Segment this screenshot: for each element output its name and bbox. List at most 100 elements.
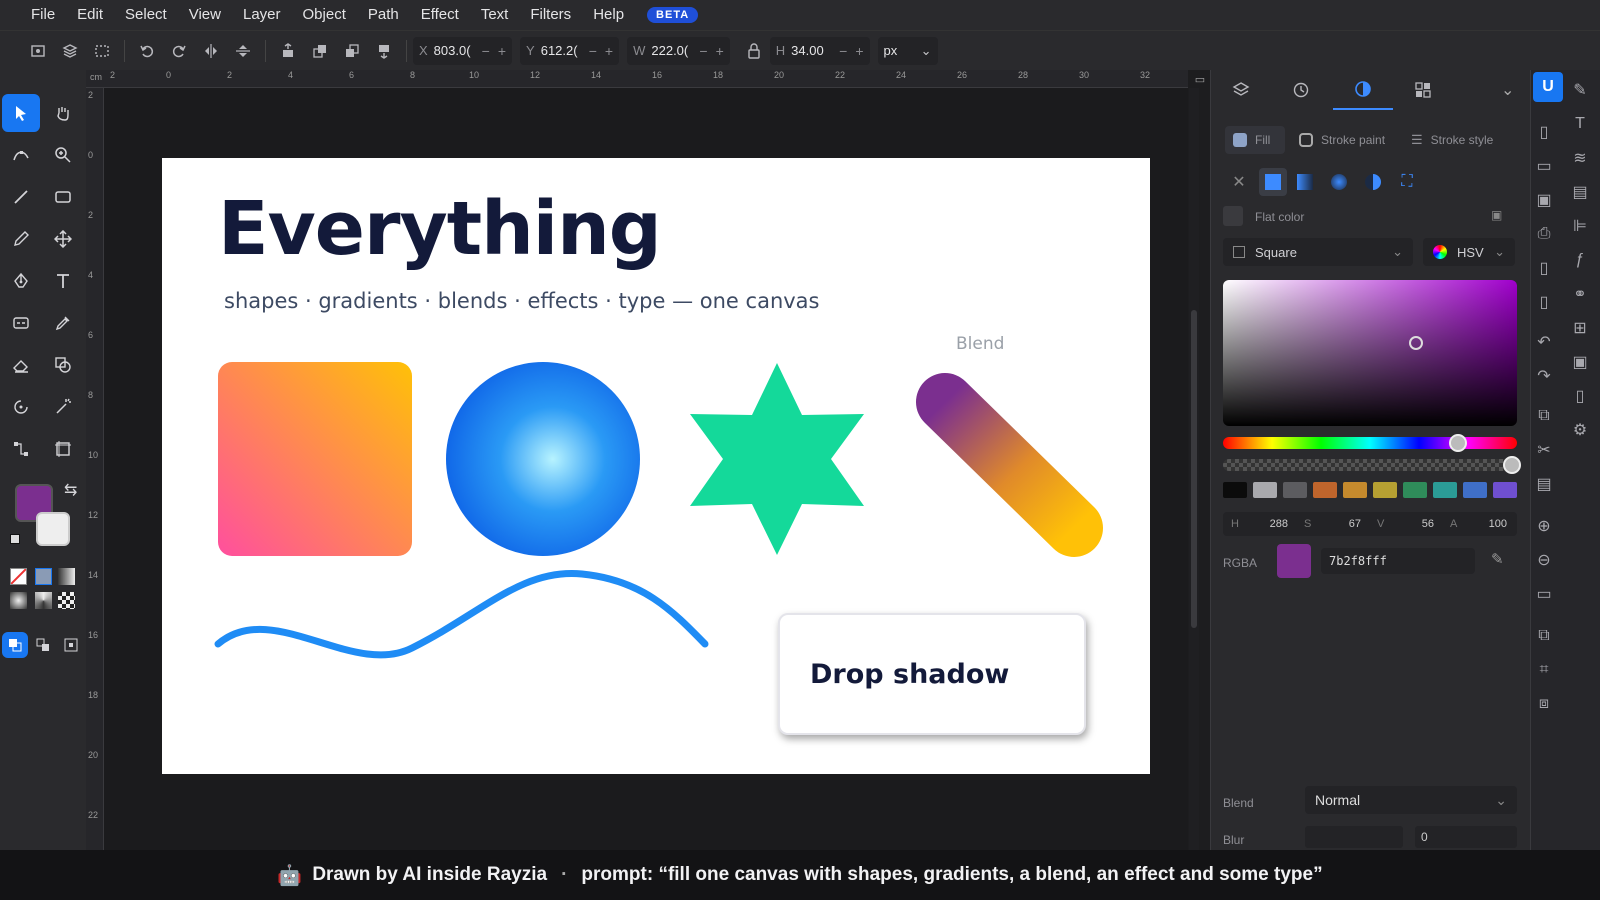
snap-toggle-icon[interactable]	[2, 632, 28, 658]
hand-tool[interactable]	[44, 94, 82, 132]
menu-view[interactable]: View	[178, 0, 232, 30]
x-value[interactable]: 803.0(	[434, 43, 474, 58]
text-font-icon[interactable]: T	[1570, 114, 1590, 134]
vertical-scrollbar[interactable]	[1189, 88, 1199, 850]
lower-to-bottom-icon[interactable]	[368, 36, 400, 66]
tab-layers[interactable]	[1211, 70, 1271, 110]
conical-gradient-button[interactable]	[1359, 168, 1387, 196]
move-tool[interactable]	[44, 220, 82, 258]
swatch-violet[interactable]	[1493, 482, 1517, 498]
dropper-tool[interactable]	[44, 304, 82, 342]
stroke-color-swatch[interactable]	[36, 512, 70, 546]
pattern-icon[interactable]	[58, 592, 75, 609]
menu-select[interactable]: Select	[114, 0, 178, 30]
swatch-dark-gray[interactable]	[1283, 482, 1307, 498]
lock-ratio-icon[interactable]	[738, 36, 770, 66]
text-tool[interactable]	[44, 262, 82, 300]
blend-capsule[interactable]	[916, 373, 1103, 557]
unit-select[interactable]: px ⌄	[877, 36, 938, 65]
new-document-icon[interactable]: ▯	[1534, 122, 1554, 142]
zoom-out-icon[interactable]: ⊖	[1534, 550, 1554, 570]
selector-tool[interactable]	[2, 94, 40, 132]
menu-effect[interactable]: Effect	[410, 0, 470, 30]
horizontal-ruler[interactable]: cm 2 0 2 4 6 8 10 12 14 16 18 20 22 24 2…	[86, 70, 1188, 88]
eraser-tool[interactable]	[2, 346, 40, 384]
connector-tool[interactable]	[2, 430, 40, 468]
radial-gradient-button[interactable]	[1325, 168, 1353, 196]
snap-bbox-icon[interactable]	[58, 632, 84, 658]
redo-icon[interactable]: ↷	[1534, 366, 1554, 386]
unlink-clone-icon[interactable]: ⧈	[1534, 694, 1554, 714]
rgba-input[interactable]: 7b2f8fff	[1321, 548, 1475, 574]
tab-fill[interactable]: Fill	[1225, 126, 1285, 154]
node-tool[interactable]	[2, 136, 40, 174]
save-swatch-icon[interactable]: ▣	[1491, 208, 1502, 222]
artboard[interactable]: Everything shapes · gradients · blends ·…	[162, 158, 1150, 774]
swatch-orange[interactable]	[1343, 482, 1367, 498]
menu-file[interactable]: File	[20, 0, 66, 30]
flip-vertical-icon[interactable]	[227, 36, 259, 66]
export-icon[interactable]: ▯	[1534, 292, 1554, 312]
h-value[interactable]: 34.00	[791, 43, 831, 58]
color-picker-handle[interactable]	[1409, 336, 1423, 350]
swatch-blue[interactable]	[1463, 482, 1487, 498]
snap-nodes-icon[interactable]	[30, 632, 56, 658]
swatch-rust[interactable]	[1313, 482, 1337, 498]
swap-colors-icon[interactable]: ⇆	[64, 480, 77, 500]
rectangle-tool[interactable]	[44, 178, 82, 216]
menu-layer[interactable]: Layer	[232, 0, 292, 30]
vertical-ruler[interactable]: 2 0 2 4 6 8 10 12 14 16 18 20 22	[86, 88, 104, 850]
v-input[interactable]: V 56	[1369, 518, 1442, 530]
import-icon[interactable]: ▯	[1534, 258, 1554, 278]
drop-shadow-card[interactable]: Drop shadow	[778, 613, 1086, 735]
tab-symbols[interactable]	[1393, 70, 1453, 110]
mesh-button[interactable]: ⛶	[1393, 168, 1421, 196]
h-decrement-button[interactable]: −	[839, 43, 847, 59]
pen-tool[interactable]	[2, 262, 40, 300]
menu-help[interactable]: Help	[582, 0, 635, 30]
link-icon[interactable]: ⚭	[1570, 284, 1590, 304]
y-value[interactable]: 612.2(	[541, 43, 581, 58]
open-folder-icon[interactable]: ▭	[1534, 156, 1554, 176]
edit-icon[interactable]: ✎	[1570, 80, 1590, 100]
menu-object[interactable]: Object	[292, 0, 357, 30]
radial-gradient-circle[interactable]	[446, 362, 640, 556]
eyedropper-icon[interactable]: ✎	[1491, 550, 1504, 568]
x-position-field[interactable]: X 803.0( − +	[413, 36, 513, 65]
flat-color-icon[interactable]	[35, 568, 52, 585]
alpha-slider-thumb[interactable]	[1503, 456, 1521, 474]
hue-slider[interactable]	[1223, 434, 1517, 452]
color-model-select[interactable]: HSV ⌄	[1423, 238, 1515, 266]
copy-icon[interactable]: ⧉	[1534, 406, 1554, 426]
swatch-olive[interactable]	[1373, 482, 1397, 498]
deselect-icon[interactable]	[86, 36, 118, 66]
function-icon[interactable]: ƒ	[1570, 250, 1590, 270]
picker-shape-select[interactable]: Square ⌄	[1223, 238, 1413, 266]
swatch-teal[interactable]	[1433, 482, 1457, 498]
layers-stack-icon[interactable]	[54, 36, 86, 66]
monitor-icon[interactable]: ▭	[1190, 70, 1210, 88]
saturation-value-field[interactable]	[1223, 280, 1517, 426]
swatch-light-gray[interactable]	[1253, 482, 1277, 498]
a-input[interactable]: A 100	[1442, 518, 1515, 530]
flip-horizontal-icon[interactable]	[195, 36, 227, 66]
tab-stroke-paint[interactable]: Stroke paint	[1299, 126, 1385, 154]
linear-gradient-button[interactable]	[1291, 168, 1319, 196]
shape-builder-tool[interactable]	[44, 346, 82, 384]
w-increment-button[interactable]: +	[716, 43, 724, 59]
blur-input[interactable]: 0	[1415, 826, 1517, 848]
pencil-tool[interactable]	[2, 220, 40, 258]
alpha-slider[interactable]	[1223, 456, 1521, 474]
panel-menu-chevron-icon[interactable]: ⌄	[1501, 80, 1514, 100]
x-decrement-button[interactable]: −	[482, 43, 490, 59]
y-position-field[interactable]: Y 612.2( − +	[520, 36, 620, 65]
rotate-cw-icon[interactable]	[163, 36, 195, 66]
paste-icon[interactable]: ▤	[1534, 474, 1554, 494]
green-star[interactable]	[690, 363, 864, 555]
swatch-black[interactable]	[1223, 482, 1247, 498]
spiral-tool[interactable]	[2, 388, 40, 426]
scrollbar-thumb[interactable]	[1191, 310, 1197, 628]
lower-icon[interactable]	[336, 36, 368, 66]
raise-icon[interactable]	[304, 36, 336, 66]
swatch-green[interactable]	[1403, 482, 1427, 498]
